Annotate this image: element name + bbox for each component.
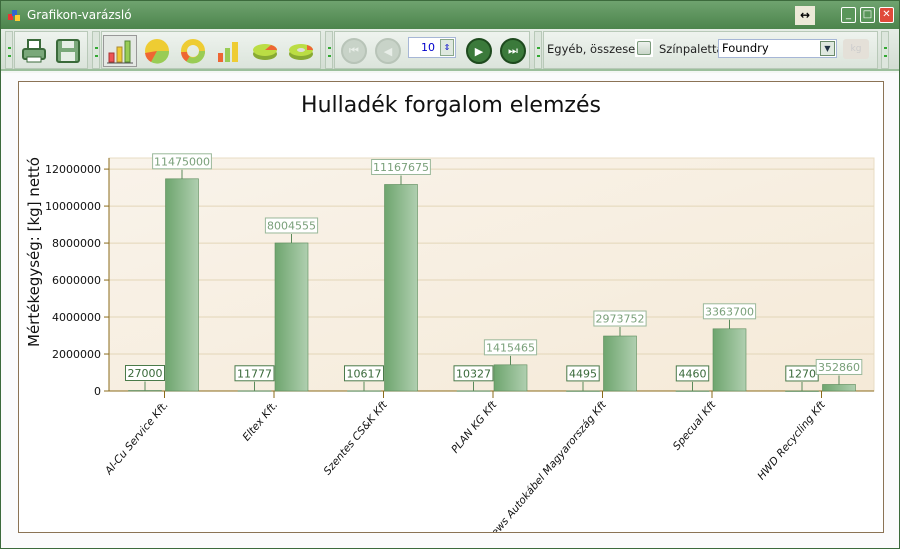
pie-chart-button[interactable]	[140, 35, 174, 67]
data-label: 4495	[569, 367, 597, 380]
3d-doughnut-chart-button[interactable]	[284, 35, 318, 67]
palette-value: Foundry	[722, 41, 769, 55]
bar	[274, 242, 309, 392]
bar	[347, 390, 381, 392]
x-tick-label: Eltex Kft.	[240, 399, 280, 443]
palette-label: Színpaletta	[659, 42, 724, 56]
file-group	[14, 31, 88, 69]
toolbar-grip[interactable]	[325, 31, 333, 69]
title-bar: Grafikon-varázsló ↔ _ □ ✕	[1, 1, 899, 29]
toolbar: ⏮ ◀ ▶ ⏭ 10 ⇕ Egyéb, összesen Színpaletta …	[1, 29, 899, 71]
y-axis-title: Mértékegység: [kg] nettó	[25, 157, 43, 347]
toolbar-grip[interactable]	[92, 31, 100, 69]
palette-select[interactable]: Foundry ▼	[718, 39, 837, 58]
3d-bar-chart-icon	[218, 42, 238, 62]
bar-chart-icon	[107, 40, 133, 64]
chart-wizard-window: Grafikon-varázsló ↔ _ □ ✕ ⏮ ◀ ▶ ⏭ 10 ⇕ Eg…	[0, 0, 900, 549]
next-page-button[interactable]: ▶	[466, 38, 492, 64]
y-tick-label: 2000000	[52, 348, 101, 361]
y-tick-label: 4000000	[52, 311, 101, 324]
window-title: Grafikon-varázsló	[27, 8, 132, 22]
3d-bar-chart-button[interactable]	[212, 35, 246, 67]
save-icon	[56, 39, 80, 63]
bar	[822, 384, 856, 392]
minimize-button[interactable]: _	[841, 7, 856, 23]
x-tick-label: HWD Recycling Kft	[755, 399, 828, 483]
first-page-button[interactable]: ⏮	[341, 38, 367, 64]
app-icon	[8, 10, 20, 21]
data-label: 8004555	[267, 219, 316, 232]
chart-content: Hulladék forgalom elemzés Mértékegység: …	[1, 73, 899, 548]
data-label: 1415465	[486, 341, 535, 354]
chart-panel: Hulladék forgalom elemzés Mértékegység: …	[18, 81, 884, 544]
bar	[237, 390, 272, 392]
bar	[128, 390, 162, 392]
plot-area	[108, 157, 875, 392]
x-tick-label: Specual Kft	[671, 399, 719, 453]
chart-title: Hulladék forgalom elemzés	[301, 93, 601, 118]
bar	[384, 184, 418, 392]
others-total-label: Egyéb, összesen	[547, 42, 643, 56]
3d-pie-chart-button[interactable]	[248, 35, 282, 67]
toolbar-grip[interactable]	[534, 31, 542, 69]
y-tick-label: 6000000	[52, 274, 101, 287]
x-tick-label: Szentes CS&K Kft	[321, 399, 390, 478]
data-label: 10327	[456, 367, 491, 380]
3d-doughnut-chart-icon	[289, 44, 313, 60]
save-button[interactable]	[51, 35, 85, 67]
bar	[603, 335, 637, 392]
chevron-down-icon[interactable]: ▼	[820, 41, 835, 56]
y-tick-label: 10000000	[45, 200, 101, 213]
3d-pie-chart-icon	[253, 44, 277, 60]
previous-page-button[interactable]: ◀	[375, 38, 401, 64]
data-label: 11777	[237, 367, 272, 380]
data-label: 4460	[679, 367, 707, 380]
print-icon	[22, 39, 46, 63]
y-tick-label: 8000000	[52, 237, 101, 250]
bar	[456, 390, 491, 392]
x-tick-label: Al-Cu Service Kft.	[102, 399, 171, 478]
doughnut-chart-button[interactable]	[176, 35, 210, 67]
others-total-checkbox[interactable]	[635, 39, 653, 57]
doughnut-chart-icon	[181, 39, 205, 64]
maximize-button[interactable]: □	[860, 7, 875, 23]
data-label: 11475000	[154, 155, 210, 168]
bar	[675, 390, 710, 392]
close-button[interactable]: ✕	[879, 7, 894, 23]
toolbar-grip[interactable]	[5, 31, 13, 69]
data-label: 3363700	[705, 305, 754, 318]
data-label: 27000	[128, 367, 163, 380]
toolbar-grip[interactable]	[881, 31, 889, 69]
chart-type-group	[101, 31, 321, 69]
pie-chart-icon	[145, 39, 170, 64]
stepper-arrows-icon[interactable]: ⇕	[440, 39, 454, 56]
print-button[interactable]	[17, 35, 51, 67]
data-label: 352860	[818, 361, 860, 374]
bar	[566, 390, 600, 392]
data-label: 11167675	[373, 161, 429, 174]
bar-chart: Hulladék forgalom elemzés Mértékegység: …	[25, 93, 875, 544]
x-tick-label: PLAN KG Kft	[449, 399, 500, 456]
data-label: 2973752	[596, 313, 645, 326]
page-count-value: 10	[421, 41, 435, 54]
page-count-stepper[interactable]: 10 ⇕	[408, 37, 456, 58]
bar	[165, 178, 199, 392]
resize-toggle-button[interactable]: ↔	[795, 6, 815, 25]
y-tick-label: 0	[94, 385, 101, 398]
unit-weight-icon[interactable]: kg	[843, 39, 869, 59]
bar	[712, 328, 747, 392]
y-tick-label: 12000000	[45, 163, 101, 176]
data-label: 1270	[788, 367, 816, 380]
bar	[785, 390, 819, 392]
last-page-button[interactable]: ⏭	[500, 38, 526, 64]
data-label: 10617	[347, 367, 382, 380]
bar-chart-button[interactable]	[103, 35, 137, 67]
x-tick-label: Sews Autokábel Magyarország Kft	[485, 399, 610, 532]
bar	[493, 364, 528, 392]
